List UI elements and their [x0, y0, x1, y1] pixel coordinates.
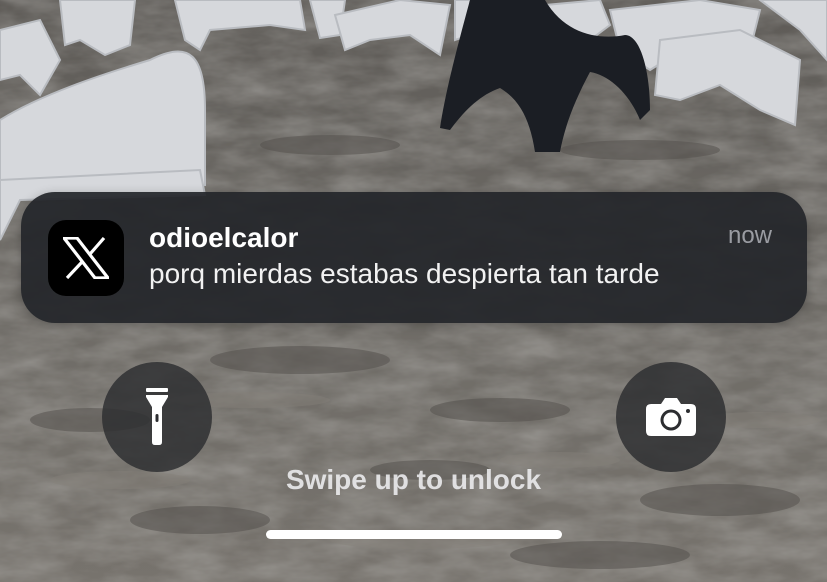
flashlight-button[interactable] [102, 362, 212, 472]
x-logo-icon [63, 237, 109, 279]
home-indicator[interactable] [266, 530, 562, 539]
flashlight-icon [146, 388, 168, 445]
notification-banner[interactable]: odioelcalor now porq mierdas estabas des… [21, 192, 807, 323]
swipe-up-hint: Swipe up to unlock [285, 464, 542, 495]
notification-time: now [727, 222, 772, 249]
notification-sender: odioelcalor [149, 222, 299, 253]
camera-icon [646, 398, 696, 436]
notification-message: porq mierdas estabas despierta tan tarde [149, 258, 660, 289]
camera-button[interactable] [616, 362, 726, 472]
x-app-icon [48, 220, 124, 296]
